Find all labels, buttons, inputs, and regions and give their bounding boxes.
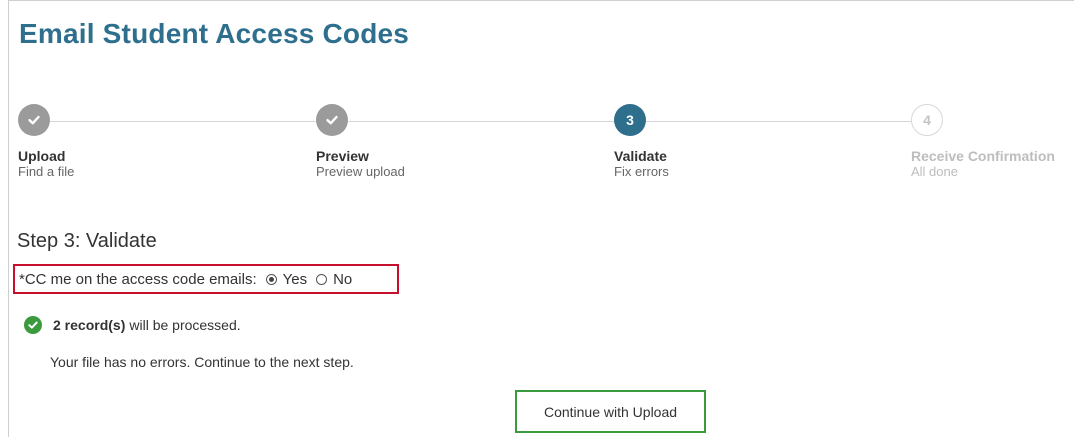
page-title: Email Student Access Codes — [19, 18, 410, 49]
step-title: Receive Confirmation — [911, 148, 1055, 164]
frame-border-top — [8, 0, 1074, 1]
cc-yes-option[interactable]: Yes — [265, 271, 307, 288]
checkmark-icon — [326, 115, 338, 125]
step-preview: Preview Preview upload — [316, 104, 516, 179]
cc-no-radio[interactable] — [316, 273, 328, 285]
status-message: will be processed. — [129, 317, 241, 333]
step-heading: Step 3: Validate — [17, 230, 157, 252]
record-count: 2 record(s) — [53, 317, 126, 333]
step-subtitle: Preview upload — [316, 164, 405, 179]
step-receive-confirmation: 4 Receive Confirmation All done — [911, 104, 1071, 179]
step-subtitle: All done — [911, 164, 958, 179]
step-completed-indicator — [316, 104, 348, 136]
step-subtitle: Fix errors — [614, 164, 669, 179]
cc-no-option[interactable]: No — [316, 271, 352, 288]
success-check-icon — [24, 316, 42, 334]
cc-yes-radio[interactable] — [265, 273, 277, 285]
cc-no-label[interactable]: No — [333, 271, 352, 288]
cc-option-group: *CC me on the access code emails: Yes No — [13, 264, 399, 294]
validation-note: Your file has no errors. Continue to the… — [50, 354, 354, 370]
cc-option-label: *CC me on the access code emails: — [19, 270, 257, 288]
cc-yes-label[interactable]: Yes — [283, 271, 307, 288]
step-title: Validate — [614, 148, 667, 164]
step-validate: 3 Validate Fix errors — [614, 104, 814, 179]
continue-with-upload-button[interactable]: Continue with Upload — [515, 390, 706, 433]
step-subtitle: Find a file — [18, 164, 75, 179]
step-upload: Upload Find a file — [18, 104, 218, 179]
step-title: Upload — [18, 148, 66, 164]
step-title: Preview — [316, 148, 369, 164]
validation-status: 2 record(s) will be processed. — [24, 316, 241, 334]
frame-border-left — [8, 0, 9, 437]
checkmark-icon — [28, 115, 40, 125]
step-number-badge: 3 — [614, 104, 646, 136]
step-number-badge: 4 — [911, 104, 943, 136]
step-completed-indicator — [18, 104, 50, 136]
